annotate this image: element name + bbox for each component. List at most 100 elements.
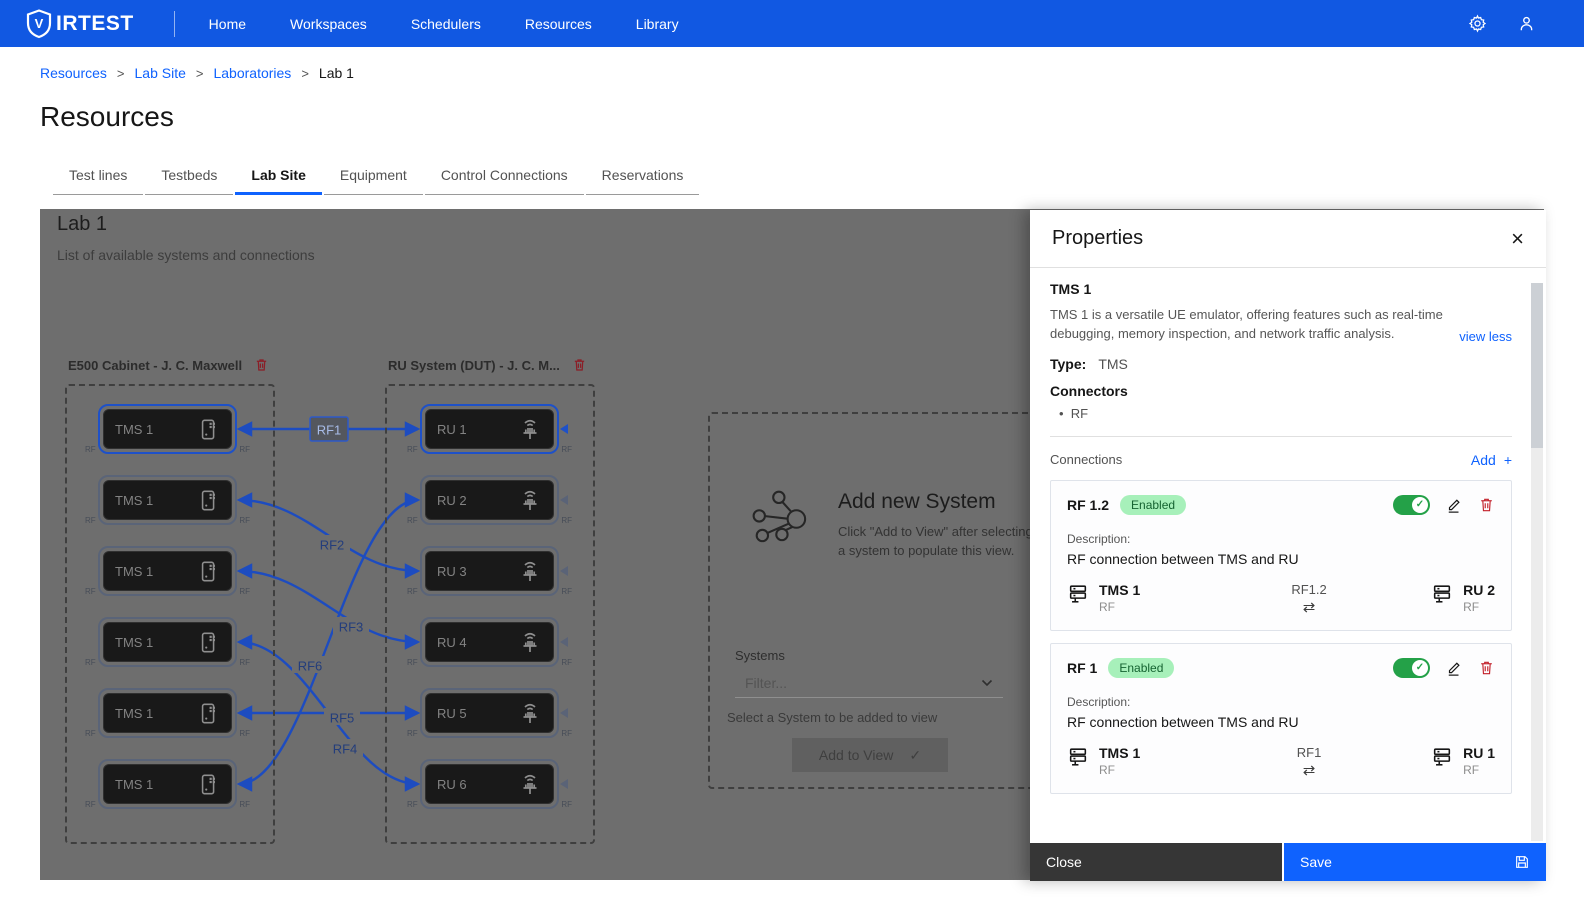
tab-lab-site[interactable]: Lab Site — [235, 157, 321, 195]
node-body: TMS 1 — [103, 551, 232, 591]
endpoint-a-name: TMS 1 — [1099, 745, 1140, 761]
node-label: TMS 1 — [115, 564, 153, 579]
rack-icon — [1067, 745, 1089, 769]
nav-item-schedulers[interactable]: Schedulers — [411, 16, 481, 32]
nav-item-library[interactable]: Library — [636, 16, 679, 32]
port-label-right: RF — [239, 516, 250, 525]
node-body: RU 6 — [425, 764, 554, 804]
node-label: RU 2 — [437, 493, 467, 508]
tms-node[interactable]: TMS 1RFRF — [98, 759, 237, 809]
breadcrumb: Resources>Lab Site>Laboratories>Lab 1 — [0, 47, 1584, 81]
nav-item-workspaces[interactable]: Workspaces — [290, 16, 367, 32]
save-button[interactable]: Save — [1284, 843, 1546, 881]
breadcrumb-separator: > — [196, 66, 204, 81]
enable-toggle[interactable]: ✓ — [1393, 495, 1430, 515]
ru-node[interactable]: RU 4RFRF — [420, 617, 559, 667]
port-label-left: RF — [85, 800, 96, 809]
properties-footer: Close Save — [1030, 843, 1546, 881]
tms-node[interactable]: TMS 1RFRF — [98, 404, 237, 454]
port-arrow-right-icon — [560, 708, 568, 718]
tab-bar: Test linesTestbedsLab SiteEquipmentContr… — [40, 157, 1544, 195]
breadcrumb-link[interactable]: Laboratories — [213, 65, 291, 81]
port-label-left: RF — [407, 800, 418, 809]
enable-toggle[interactable]: ✓ — [1393, 658, 1430, 678]
properties-header: Properties × — [1030, 210, 1546, 268]
divider — [1050, 436, 1512, 437]
save-floppy-icon — [1514, 854, 1530, 870]
port-arrow-right-icon — [560, 779, 568, 789]
ru-node[interactable]: RU 5RFRF — [420, 688, 559, 738]
ru-node[interactable]: RU 1RFRF — [420, 404, 559, 454]
close-button[interactable]: Close — [1030, 843, 1282, 881]
ru-node[interactable]: RU 6RFRF — [420, 759, 559, 809]
tms-node[interactable]: TMS 1RFRF — [98, 617, 237, 667]
view-less-link[interactable]: view less — [1459, 329, 1512, 344]
tab-control-connections[interactable]: Control Connections — [425, 157, 584, 195]
app-logo[interactable]: V IRTEST — [26, 9, 134, 39]
ru-node[interactable]: RU 2RFRF — [420, 475, 559, 525]
breadcrumb-link[interactable]: Lab Site — [135, 65, 186, 81]
connectors-label: Connectors — [1050, 383, 1512, 399]
rack-icon — [1067, 582, 1089, 606]
endpoint-b-port: RF — [1463, 763, 1495, 777]
tms-node[interactable]: TMS 1RFRF — [98, 688, 237, 738]
ru-node[interactable]: RU 3RFRF — [420, 546, 559, 596]
node-label: RU 4 — [437, 635, 467, 650]
nav-item-resources[interactable]: Resources — [525, 16, 592, 32]
breadcrumb-separator: > — [117, 66, 125, 81]
device-icon — [198, 630, 220, 655]
port-label-right: RF — [239, 800, 250, 809]
breadcrumb-link[interactable]: Resources — [40, 65, 107, 81]
tab-testbeds[interactable]: Testbeds — [145, 157, 233, 195]
node-label: TMS 1 — [115, 635, 153, 650]
node-label: TMS 1 — [115, 493, 153, 508]
tab-equipment[interactable]: Equipment — [324, 157, 423, 195]
description-label: Description: — [1067, 695, 1495, 709]
connection-card: RF 1 Enabled ✓ Description: RF connectio… — [1050, 643, 1512, 794]
close-icon[interactable]: × — [1511, 228, 1524, 250]
port-label-right: RF — [561, 587, 572, 596]
scrollbar-thumb[interactable] — [1531, 283, 1543, 448]
edit-pencil-icon[interactable] — [1445, 659, 1463, 677]
nav-item-home[interactable]: Home — [209, 16, 246, 32]
port-label-right: RF — [561, 658, 572, 667]
connections-label: Connections — [1050, 452, 1122, 467]
tms-node[interactable]: TMS 1RFRF — [98, 475, 237, 525]
page: { "nav": { "brand_initial": "V", "brand_… — [0, 0, 1584, 900]
node-label: RU 6 — [437, 777, 467, 792]
endpoint-a-port: RF — [1099, 763, 1140, 777]
tab-reservations[interactable]: Reservations — [586, 157, 700, 195]
tab-test-lines[interactable]: Test lines — [53, 157, 143, 195]
properties-title: Properties — [1052, 227, 1143, 250]
node-body: RU 2 — [425, 480, 554, 520]
node-label: TMS 1 — [115, 422, 153, 437]
port-label-right: RF — [239, 658, 250, 667]
device-icon — [198, 559, 220, 584]
cabinet-title: E500 Cabinet - J. C. Maxwell — [68, 357, 269, 373]
type-row: Type:TMS — [1050, 356, 1512, 372]
trash-icon[interactable] — [254, 357, 269, 373]
node-body: TMS 1 — [103, 764, 232, 804]
node-body: RU 4 — [425, 622, 554, 662]
node-label: TMS 1 — [115, 777, 153, 792]
properties-body: TMS 1 TMS 1 is a versatile UE emulator, … — [1030, 268, 1546, 843]
device-icon — [198, 488, 220, 513]
trash-icon[interactable] — [1478, 496, 1495, 514]
port-arrow-right-icon — [560, 495, 568, 505]
port-label-right: RF — [561, 516, 572, 525]
port-arrow-right-icon — [560, 424, 568, 434]
trash-icon[interactable] — [1478, 659, 1495, 677]
status-badge: Enabled — [1108, 658, 1174, 678]
edit-pencil-icon[interactable] — [1445, 496, 1463, 514]
scrollbar[interactable] — [1531, 283, 1543, 841]
breadcrumb-separator: > — [301, 66, 309, 81]
trash-icon[interactable] — [572, 357, 587, 373]
settings-gear-icon[interactable] — [1468, 14, 1487, 33]
user-account-icon[interactable] — [1517, 14, 1536, 33]
tms-node[interactable]: TMS 1RFRF — [98, 546, 237, 596]
node-label: RU 5 — [437, 706, 467, 721]
antenna-icon — [518, 700, 542, 726]
add-connection-link[interactable]: Add+ — [1471, 452, 1512, 468]
link-label: RF1.2 — [1187, 582, 1431, 597]
type-value: TMS — [1098, 356, 1128, 372]
